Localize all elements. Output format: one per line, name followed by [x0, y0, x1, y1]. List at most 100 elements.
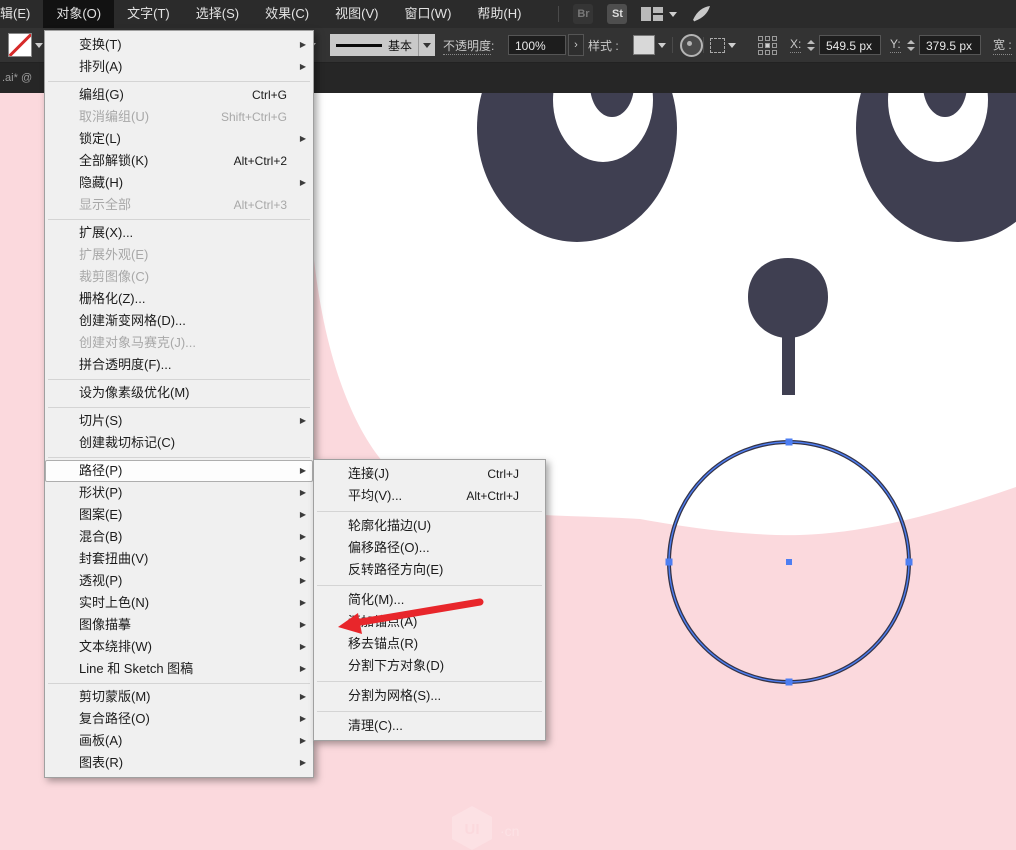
- menu-item-simplify[interactable]: 简化(M)...: [314, 589, 545, 611]
- menubar-item-help[interactable]: 帮助(H): [464, 0, 534, 28]
- menu-item-hide[interactable]: 隐藏(H)▶: [45, 172, 313, 194]
- menubar-item-edit[interactable]: 编辑(E): [0, 0, 43, 28]
- menu-item-live-paint[interactable]: 实时上色(N)▶: [45, 592, 313, 614]
- submenu-arrow-icon: ▶: [300, 708, 306, 730]
- x-coordinate-input[interactable]: 549.5 px: [819, 35, 881, 55]
- document-tab-title[interactable]: .ai* @: [2, 72, 32, 84]
- menu-item-label: 形状(P): [79, 482, 122, 504]
- y-stepper[interactable]: [905, 40, 916, 51]
- menu-item-path[interactable]: 路径(P) ▶: [45, 460, 313, 482]
- menu-item-pattern[interactable]: 图案(E)▶: [45, 504, 313, 526]
- brush-dropdown-chevron-icon[interactable]: [418, 34, 435, 56]
- anchor-point-right[interactable]: [906, 559, 913, 566]
- menu-item-lock[interactable]: 锁定(L)▶: [45, 128, 313, 150]
- anchor-point-bottom[interactable]: [786, 679, 793, 686]
- illustrator-window: 编辑(E)对象(O)文字(T)选择(S)效果(C)视图(V)窗口(W)帮助(H)…: [0, 0, 1016, 850]
- submenu-arrow-icon: ▶: [300, 482, 306, 504]
- menu-item-group[interactable]: 编组(G)Ctrl+G: [45, 84, 313, 106]
- menubar-item-object[interactable]: 对象(O): [43, 0, 114, 28]
- menu-item-unlock-all[interactable]: 全部解锁(K)Alt+Ctrl+2: [45, 150, 313, 172]
- menu-item-create-gradient-mesh[interactable]: 创建渐变网格(D)...: [45, 310, 313, 332]
- menu-separator: [314, 707, 545, 715]
- divider: [558, 6, 559, 22]
- menu-item-outline-stroke[interactable]: 轮廓化描边(U): [314, 515, 545, 537]
- menu-item-blend[interactable]: 混合(B)▶: [45, 526, 313, 548]
- y-label[interactable]: Y:: [890, 37, 901, 53]
- menu-item-clean-up[interactable]: 清理(C)...: [314, 715, 545, 737]
- menu-item-split-into-grid[interactable]: 分割为网格(S)...: [314, 685, 545, 707]
- menu-item-compound-path[interactable]: 复合路径(O) ▶: [45, 708, 313, 730]
- menu-item-expand-appearance: 扩展外观(E): [45, 244, 313, 266]
- menu-item-flatten-transparency[interactable]: 拼合透明度(F)...: [45, 354, 313, 376]
- menu-item-label: 透视(P): [79, 570, 122, 592]
- opacity-options-button[interactable]: ›: [568, 34, 584, 56]
- gpu-rocket-icon[interactable]: [691, 5, 711, 23]
- y-coordinate-input[interactable]: 379.5 px: [919, 35, 981, 55]
- menu-item-label: 添加锚点(A): [348, 611, 417, 633]
- menu-item-rasterize[interactable]: 栅格化(Z)...: [45, 288, 313, 310]
- reference-point-grid-icon[interactable]: [758, 36, 777, 55]
- color-dropdown-chevron-icon[interactable]: [35, 43, 43, 48]
- menu-item-line-sketch[interactable]: Line 和 Sketch 图稿▶: [45, 658, 313, 680]
- menu-item-perspective[interactable]: 透视(P)▶: [45, 570, 313, 592]
- submenu-arrow-icon: ▶: [300, 730, 306, 752]
- opacity-label[interactable]: 不透明度:: [443, 37, 494, 54]
- workspace-switcher[interactable]: [641, 7, 677, 21]
- transform-panel-trigger[interactable]: [710, 28, 736, 62]
- menu-item-add-anchor-points[interactable]: 添加锚点(A): [314, 611, 545, 633]
- menu-item-label: 设为像素级优化(M): [79, 382, 190, 404]
- menubar-item-select[interactable]: 选择(S): [183, 0, 252, 28]
- style-dropdown-chevron-icon[interactable]: [658, 43, 666, 48]
- menu-item-clipping-mask[interactable]: 剪切蒙版(M)▶: [45, 686, 313, 708]
- opacity-input[interactable]: 100%: [508, 35, 566, 55]
- anchor-point-left[interactable]: [666, 559, 673, 566]
- menu-item-text-wrap[interactable]: 文本绕排(W)▶: [45, 636, 313, 658]
- menu-separator: [314, 677, 545, 685]
- menubar-item-type[interactable]: 文字(T): [114, 0, 183, 28]
- menubar-item-view[interactable]: 视图(V): [322, 0, 391, 28]
- menu-item-average[interactable]: 平均(V)...Alt+Ctrl+J: [314, 485, 545, 507]
- menu-item-slice[interactable]: 切片(S)▶: [45, 410, 313, 432]
- menu-item-transform[interactable]: 变换(T)▶: [45, 34, 313, 56]
- menubar-item-effect[interactable]: 效果(C): [252, 0, 322, 28]
- stock-icon[interactable]: St: [607, 4, 627, 24]
- submenu-arrow-icon: ▶: [300, 460, 306, 482]
- brush-definition-dropdown[interactable]: 基本: [330, 28, 435, 62]
- menu-item-label: 路径(P): [79, 460, 122, 482]
- menu-item-divide-objects-below[interactable]: 分割下方对象(D): [314, 655, 545, 677]
- menu-item-reverse-path-direction[interactable]: 反转路径方向(E): [314, 559, 545, 581]
- stroke-color-none-swatch[interactable]: [8, 33, 32, 57]
- menu-item-label: 扩展外观(E): [79, 244, 148, 266]
- center-point[interactable]: [786, 559, 792, 565]
- menu-item-remove-anchor-points[interactable]: 移去锚点(R): [314, 633, 545, 655]
- graphic-style-swatch[interactable]: [633, 35, 655, 55]
- menu-item-graph[interactable]: 图表(R)▶: [45, 752, 313, 774]
- menu-item-label: 封套扭曲(V): [79, 548, 148, 570]
- anchor-point-top[interactable]: [786, 439, 793, 446]
- menu-item-label: 复合路径(O): [79, 708, 150, 730]
- menu-item-label: 排列(A): [79, 56, 122, 78]
- menu-item-image-trace[interactable]: 图像描摹▶: [45, 614, 313, 636]
- panda-nose[interactable]: [748, 258, 828, 338]
- menu-item-create-trim-marks[interactable]: 创建裁切标记(C): [45, 432, 313, 454]
- menu-item-expand[interactable]: 扩展(X)...: [45, 222, 313, 244]
- x-stepper[interactable]: [805, 40, 816, 51]
- menu-item-make-pixel-perfect[interactable]: 设为像素级优化(M): [45, 382, 313, 404]
- menu-item-label: 反转路径方向(E): [348, 559, 443, 581]
- menu-item-join[interactable]: 连接(J)Ctrl+J: [314, 463, 545, 485]
- x-label[interactable]: X:: [790, 37, 801, 53]
- submenu-arrow-icon: ▶: [300, 592, 306, 614]
- menu-item-offset-path[interactable]: 偏移路径(O)...: [314, 537, 545, 559]
- menu-item-label: 取消编组(U): [79, 106, 149, 128]
- recolor-artwork-icon[interactable]: [680, 34, 703, 57]
- menubar-item-window[interactable]: 窗口(W): [391, 0, 464, 28]
- menu-item-label: 切片(S): [79, 410, 122, 432]
- menu-item-envelope-distort[interactable]: 封套扭曲(V)▶: [45, 548, 313, 570]
- menu-item-arrange[interactable]: 排列(A) ▶: [45, 56, 313, 78]
- width-label[interactable]: 宽 :: [993, 36, 1012, 55]
- bridge-icon[interactable]: Br: [573, 4, 593, 24]
- menu-item-artboard[interactable]: 画板(A)▶: [45, 730, 313, 752]
- menu-item-shape[interactable]: 形状(P) ▶: [45, 482, 313, 504]
- nose-stem[interactable]: [782, 332, 795, 395]
- submenu-arrow-icon: ▶: [300, 56, 306, 78]
